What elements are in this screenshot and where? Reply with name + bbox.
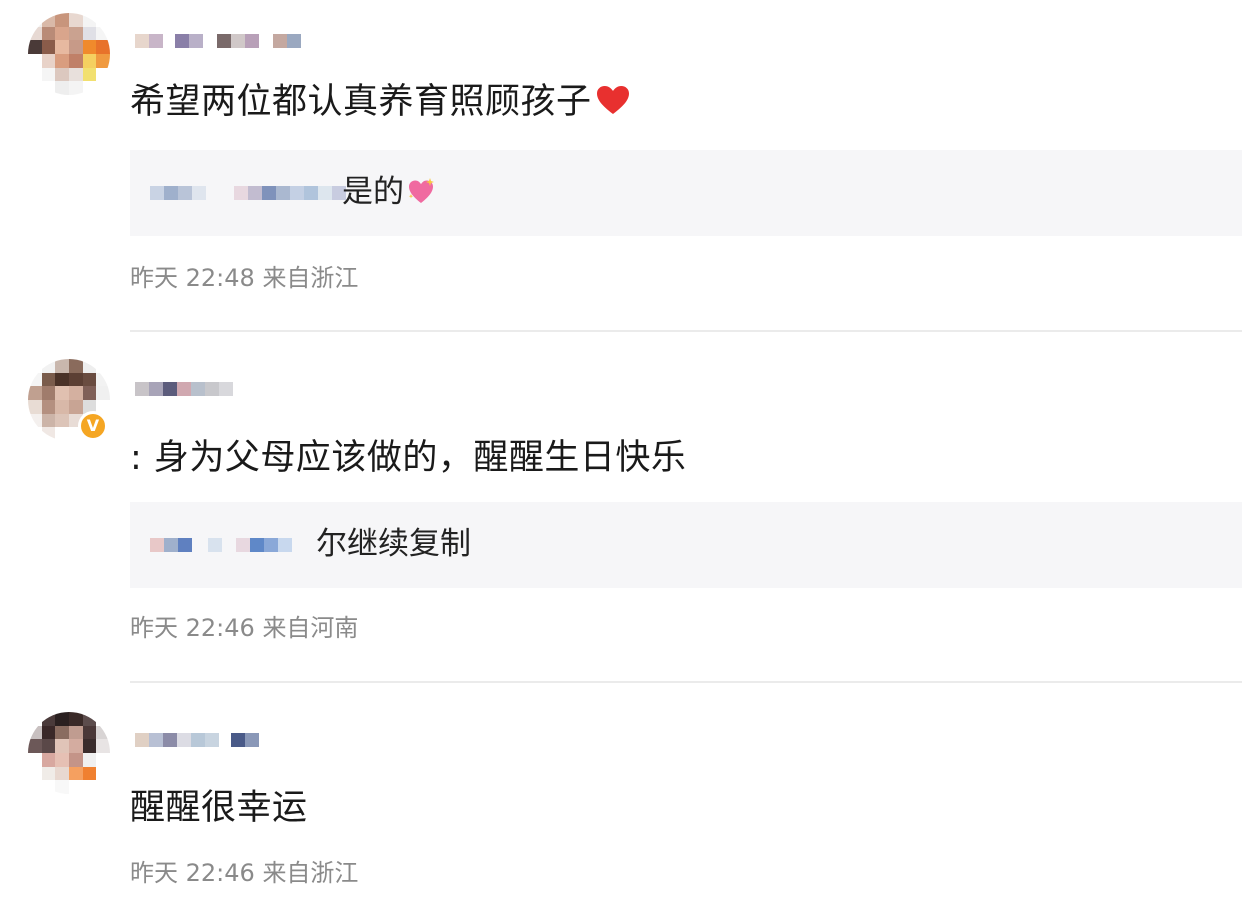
comment-meta: 昨天 22:48 来自浙江: [130, 262, 358, 294]
comment-text: 希望两位都认真养育照顾孩子: [130, 80, 630, 124]
comment-location: 来自河南: [262, 614, 359, 642]
avatar[interactable]: [28, 13, 110, 95]
username-blurred[interactable]: [135, 375, 233, 403]
sparkling-heart-icon: [408, 178, 434, 203]
reply-username-blurred: [150, 178, 346, 208]
comment-item: 醒醒很幸运 昨天 22:46 来自浙江: [0, 682, 1242, 918]
username-blurred[interactable]: [135, 27, 301, 55]
comment-location: 来自浙江: [262, 264, 359, 292]
reply-username-blurred: [150, 530, 292, 560]
comment-location: 来自浙江: [262, 859, 359, 887]
reply-box[interactable]: 是的: [130, 150, 1242, 236]
verified-badge-icon: V: [78, 411, 108, 441]
comment-text: : 身为父母应该做的，醒醒生日快乐: [130, 438, 687, 478]
comment-time: 昨天 22:46: [130, 859, 255, 887]
avatar[interactable]: [28, 712, 110, 794]
comment-meta: 昨天 22:46 来自河南: [130, 612, 358, 644]
comment-item: 希望两位都认真养育照顾孩子 是的 昨天 22:48 来自浙江: [0, 0, 1242, 330]
comment-item: V : 身为父母应该做的，醒醒生日快乐 尔继续复制 昨天 22:46 来自河南: [0, 331, 1242, 681]
username-blurred[interactable]: [135, 726, 259, 754]
comment-meta: 昨天 22:46 来自浙江: [130, 857, 358, 889]
comment-text: 醒醒很幸运: [130, 788, 308, 828]
reply-box[interactable]: 尔继续复制: [130, 502, 1242, 588]
comment-time: 昨天 22:46: [130, 614, 255, 642]
reply-text: 是的: [342, 170, 436, 214]
comment-time: 昨天 22:48: [130, 264, 255, 292]
red-heart-icon: [596, 86, 629, 114]
reply-text: 尔继续复制: [316, 526, 471, 562]
